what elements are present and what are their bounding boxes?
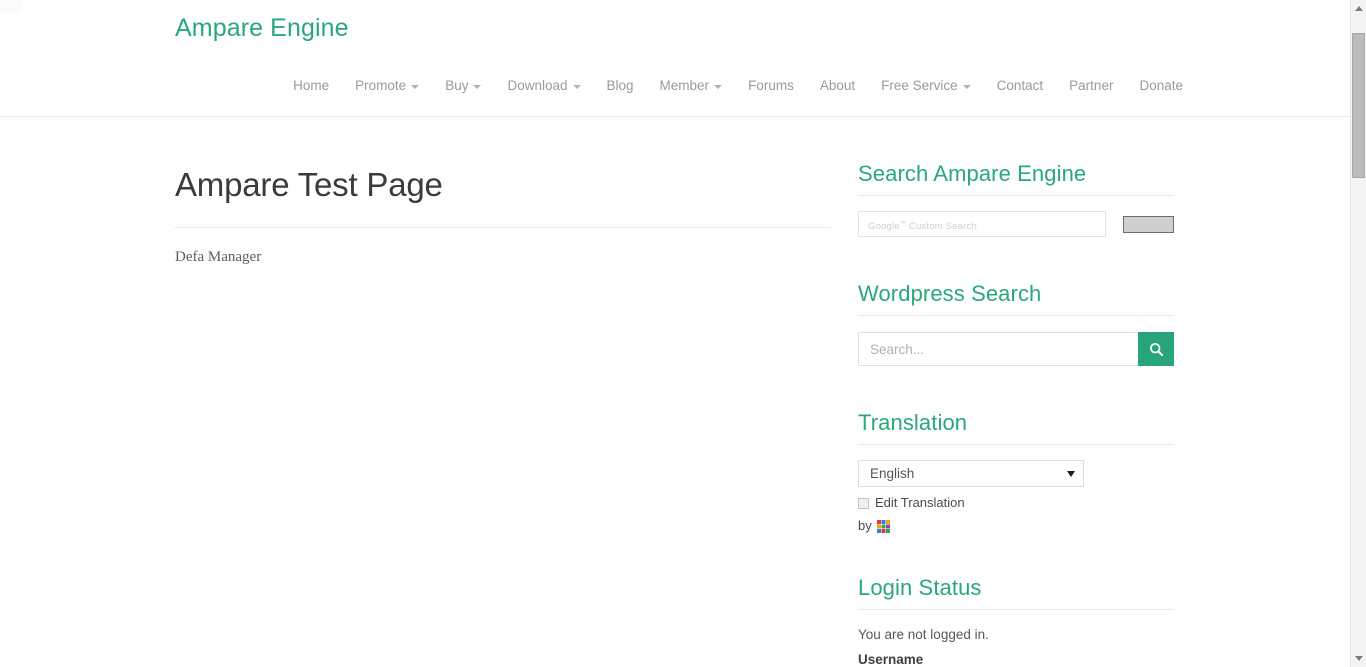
triangle-up-icon: [1355, 6, 1363, 11]
widget-login-status: Login Status You are not logged in. User…: [858, 533, 1174, 667]
chevron-down-icon: [714, 85, 722, 89]
edit-translation-label: Edit Translation: [875, 495, 965, 511]
nav-item-forums[interactable]: Forums: [735, 72, 807, 99]
nav-item-partner[interactable]: Partner: [1056, 72, 1126, 99]
chevron-down-icon: [573, 85, 581, 89]
nav-item-donate[interactable]: Donate: [1126, 72, 1196, 99]
chevron-down-icon: [411, 85, 419, 89]
widget-divider: [858, 444, 1174, 445]
google-search-submit-button[interactable]: [1123, 216, 1174, 233]
translation-credit-row: by: [858, 518, 1174, 533]
chevron-down-icon: [963, 85, 971, 89]
nav-label: Download: [507, 72, 567, 99]
scroll-up-button[interactable]: [1351, 0, 1366, 17]
nav-item-contact[interactable]: Contact: [984, 72, 1057, 99]
search-input[interactable]: [858, 332, 1138, 366]
nav-label: Member: [660, 72, 710, 99]
page-body-text: Defa Manager: [175, 228, 831, 268]
google-brand-text: Google: [868, 221, 900, 232]
chevron-down-icon: [1067, 471, 1075, 477]
widget-divider: [858, 609, 1174, 610]
transposh-logo-icon[interactable]: [877, 520, 890, 533]
widget-title-google-search: Search Ampare Engine: [858, 161, 1174, 187]
nav-label: Promote: [355, 72, 406, 99]
widget-translation: Translation English Edit Translation by: [858, 366, 1174, 533]
login-status-text: You are not logged in.: [858, 626, 1174, 644]
nav-label: About: [820, 72, 855, 99]
nav-item-home[interactable]: Home: [280, 72, 342, 99]
widget-title-login-status: Login Status: [858, 575, 1174, 601]
nav-item-buy[interactable]: Buy: [432, 72, 494, 99]
sidebar: Search Ampare Engine Google™ Custom Sear…: [858, 117, 1174, 667]
widget-google-search: Search Ampare Engine Google™ Custom Sear…: [858, 117, 1174, 237]
nav-label: Buy: [445, 72, 468, 99]
custom-search-text: Custom Search: [909, 221, 977, 232]
main-column: Ampare Test Page Defa Manager: [175, 117, 831, 268]
page-viewport: Ampare Engine Home Promote Buy Download: [0, 0, 1350, 667]
username-label: Username: [858, 651, 1174, 667]
nav-item-promote[interactable]: Promote: [342, 72, 432, 99]
nav-item-download[interactable]: Download: [494, 72, 593, 99]
site-title-link[interactable]: Ampare Engine: [175, 13, 349, 43]
vertical-scrollbar[interactable]: [1350, 0, 1366, 667]
language-select-value: English: [870, 466, 1067, 481]
browser-page: Ampare Engine Home Promote Buy Download: [0, 0, 1366, 667]
chevron-down-icon: [473, 85, 481, 89]
widget-title-wordpress-search: Wordpress Search: [858, 281, 1174, 307]
edit-translation-checkbox[interactable]: [858, 498, 869, 509]
site-header: Ampare Engine Home Promote Buy Download: [0, 0, 1350, 117]
page-title: Ampare Test Page: [175, 117, 831, 205]
search-icon: [1149, 342, 1164, 357]
nav-item-member[interactable]: Member: [647, 72, 736, 99]
nav-item-about[interactable]: About: [807, 72, 868, 99]
nav-label: Partner: [1069, 72, 1113, 99]
nav-label: Blog: [607, 72, 634, 99]
nav-label: Home: [293, 72, 329, 99]
nav-label: Forums: [748, 72, 794, 99]
nav-label: Contact: [997, 72, 1044, 99]
scroll-down-button[interactable]: [1351, 650, 1366, 667]
widget-wordpress-search: Wordpress Search: [858, 237, 1174, 366]
nav-item-blog[interactable]: Blog: [594, 72, 647, 99]
google-cse-watermark: Google™ Custom Search: [868, 218, 977, 233]
corner-artifact: [0, 0, 22, 13]
trademark-symbol: ™: [900, 221, 906, 227]
triangle-down-icon: [1355, 656, 1363, 661]
google-search-input[interactable]: Google™ Custom Search: [858, 211, 1106, 237]
nav-label: Free Service: [881, 72, 958, 99]
main-navigation: Home Promote Buy Download Blog: [0, 72, 1196, 99]
widget-title-translation: Translation: [858, 410, 1174, 436]
wordpress-search-row: [858, 332, 1174, 366]
search-submit-button[interactable]: [1138, 332, 1174, 366]
widget-divider: [858, 315, 1174, 316]
language-select[interactable]: English: [858, 460, 1084, 487]
nav-label: Donate: [1139, 72, 1183, 99]
scrollbar-thumb[interactable]: [1352, 33, 1365, 178]
nav-item-free-service[interactable]: Free Service: [868, 72, 984, 99]
widget-divider: [858, 195, 1174, 196]
google-search-row: Google™ Custom Search: [858, 211, 1174, 237]
content-area: Ampare Test Page Defa Manager Search Amp…: [0, 117, 1350, 667]
edit-translation-row: Edit Translation: [858, 495, 1174, 511]
credit-prefix-label: by: [858, 518, 872, 533]
